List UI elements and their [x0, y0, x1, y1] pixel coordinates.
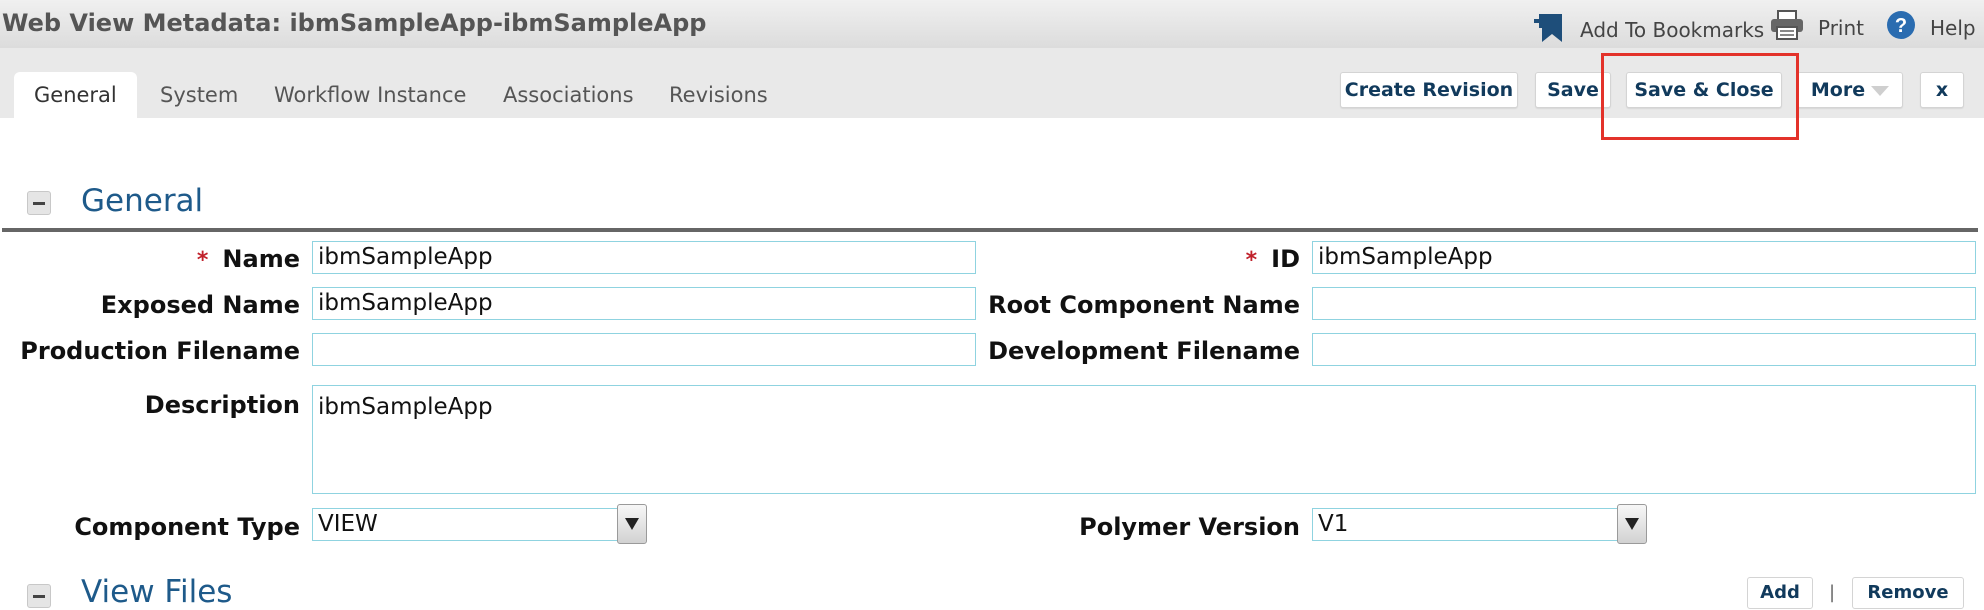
- create-revision-button[interactable]: Create Revision: [1340, 72, 1518, 108]
- exposed-name-label: Exposed Name: [100, 291, 300, 319]
- tab-general[interactable]: General: [14, 72, 137, 118]
- tab-revisions[interactable]: Revisions: [669, 72, 768, 118]
- production-filename-field[interactable]: [312, 333, 976, 366]
- required-marker: *: [1245, 248, 1258, 273]
- button-separator: |: [1829, 582, 1836, 603]
- root-component-name-label: Root Component Name: [988, 291, 1300, 319]
- highlight-box: [1601, 53, 1799, 140]
- name-field[interactable]: ibmSampleApp: [312, 241, 976, 274]
- tab-system[interactable]: System: [160, 72, 238, 118]
- bookmark-add-icon: [1532, 10, 1566, 49]
- close-button[interactable]: x: [1920, 72, 1964, 108]
- print-label: Print: [1818, 15, 1865, 40]
- description-label: Description: [144, 391, 300, 419]
- collapse-view-files-icon[interactable]: [27, 584, 51, 608]
- component-type-select[interactable]: VIEW: [312, 508, 618, 541]
- print-button[interactable]: Print: [1770, 10, 1864, 45]
- add-to-bookmarks-label: Add To Bookmarks: [1580, 17, 1765, 42]
- component-type-label: Component Type: [74, 513, 300, 541]
- production-filename-label: Production Filename: [20, 337, 300, 365]
- component-type-dropdown-icon[interactable]: [617, 504, 647, 544]
- printer-icon: [1770, 10, 1804, 45]
- help-label: Help: [1930, 15, 1976, 40]
- title-bar: Web View Metadata: ibmSampleApp-ibmSampl…: [0, 0, 1984, 48]
- save-button[interactable]: Save: [1535, 72, 1611, 108]
- id-label-text: ID: [1271, 245, 1300, 273]
- add-to-bookmarks-button[interactable]: Add To Bookmarks: [1532, 10, 1764, 49]
- name-label: * Name: [197, 245, 300, 273]
- more-button[interactable]: More: [1797, 72, 1903, 108]
- svg-text:?: ?: [1895, 15, 1907, 37]
- id-label: * ID: [1246, 245, 1300, 273]
- polymer-version-select[interactable]: V1: [1312, 508, 1618, 541]
- exposed-name-field[interactable]: ibmSampleApp: [312, 287, 976, 320]
- root-component-name-field[interactable]: [1312, 287, 1976, 320]
- description-textarea[interactable]: ibmSampleApp: [312, 385, 1976, 494]
- development-filename-label: Development Filename: [988, 337, 1300, 365]
- help-icon: ?: [1886, 10, 1916, 45]
- polymer-version-label: Polymer Version: [1079, 513, 1300, 541]
- section-title-general: General: [81, 183, 204, 219]
- help-button[interactable]: ? Help: [1886, 10, 1976, 45]
- development-filename-field[interactable]: [1312, 333, 1976, 366]
- chevron-down-icon: [1871, 85, 1890, 96]
- polymer-version-dropdown-icon[interactable]: [1617, 504, 1647, 544]
- tab-associations[interactable]: Associations: [503, 72, 634, 118]
- id-field[interactable]: ibmSampleApp: [1312, 241, 1976, 274]
- collapse-general-icon[interactable]: [27, 191, 51, 215]
- more-label: More: [1810, 79, 1866, 101]
- required-marker: *: [196, 248, 209, 273]
- section-divider: [2, 228, 1978, 232]
- name-label-text: Name: [222, 245, 300, 273]
- add-file-button[interactable]: Add: [1747, 577, 1813, 609]
- tab-workflow-instance[interactable]: Workflow Instance: [274, 72, 466, 118]
- window-title: Web View Metadata: ibmSampleApp-ibmSampl…: [2, 9, 707, 37]
- section-title-view-files: View Files: [81, 574, 233, 610]
- remove-file-button[interactable]: Remove: [1852, 577, 1964, 609]
